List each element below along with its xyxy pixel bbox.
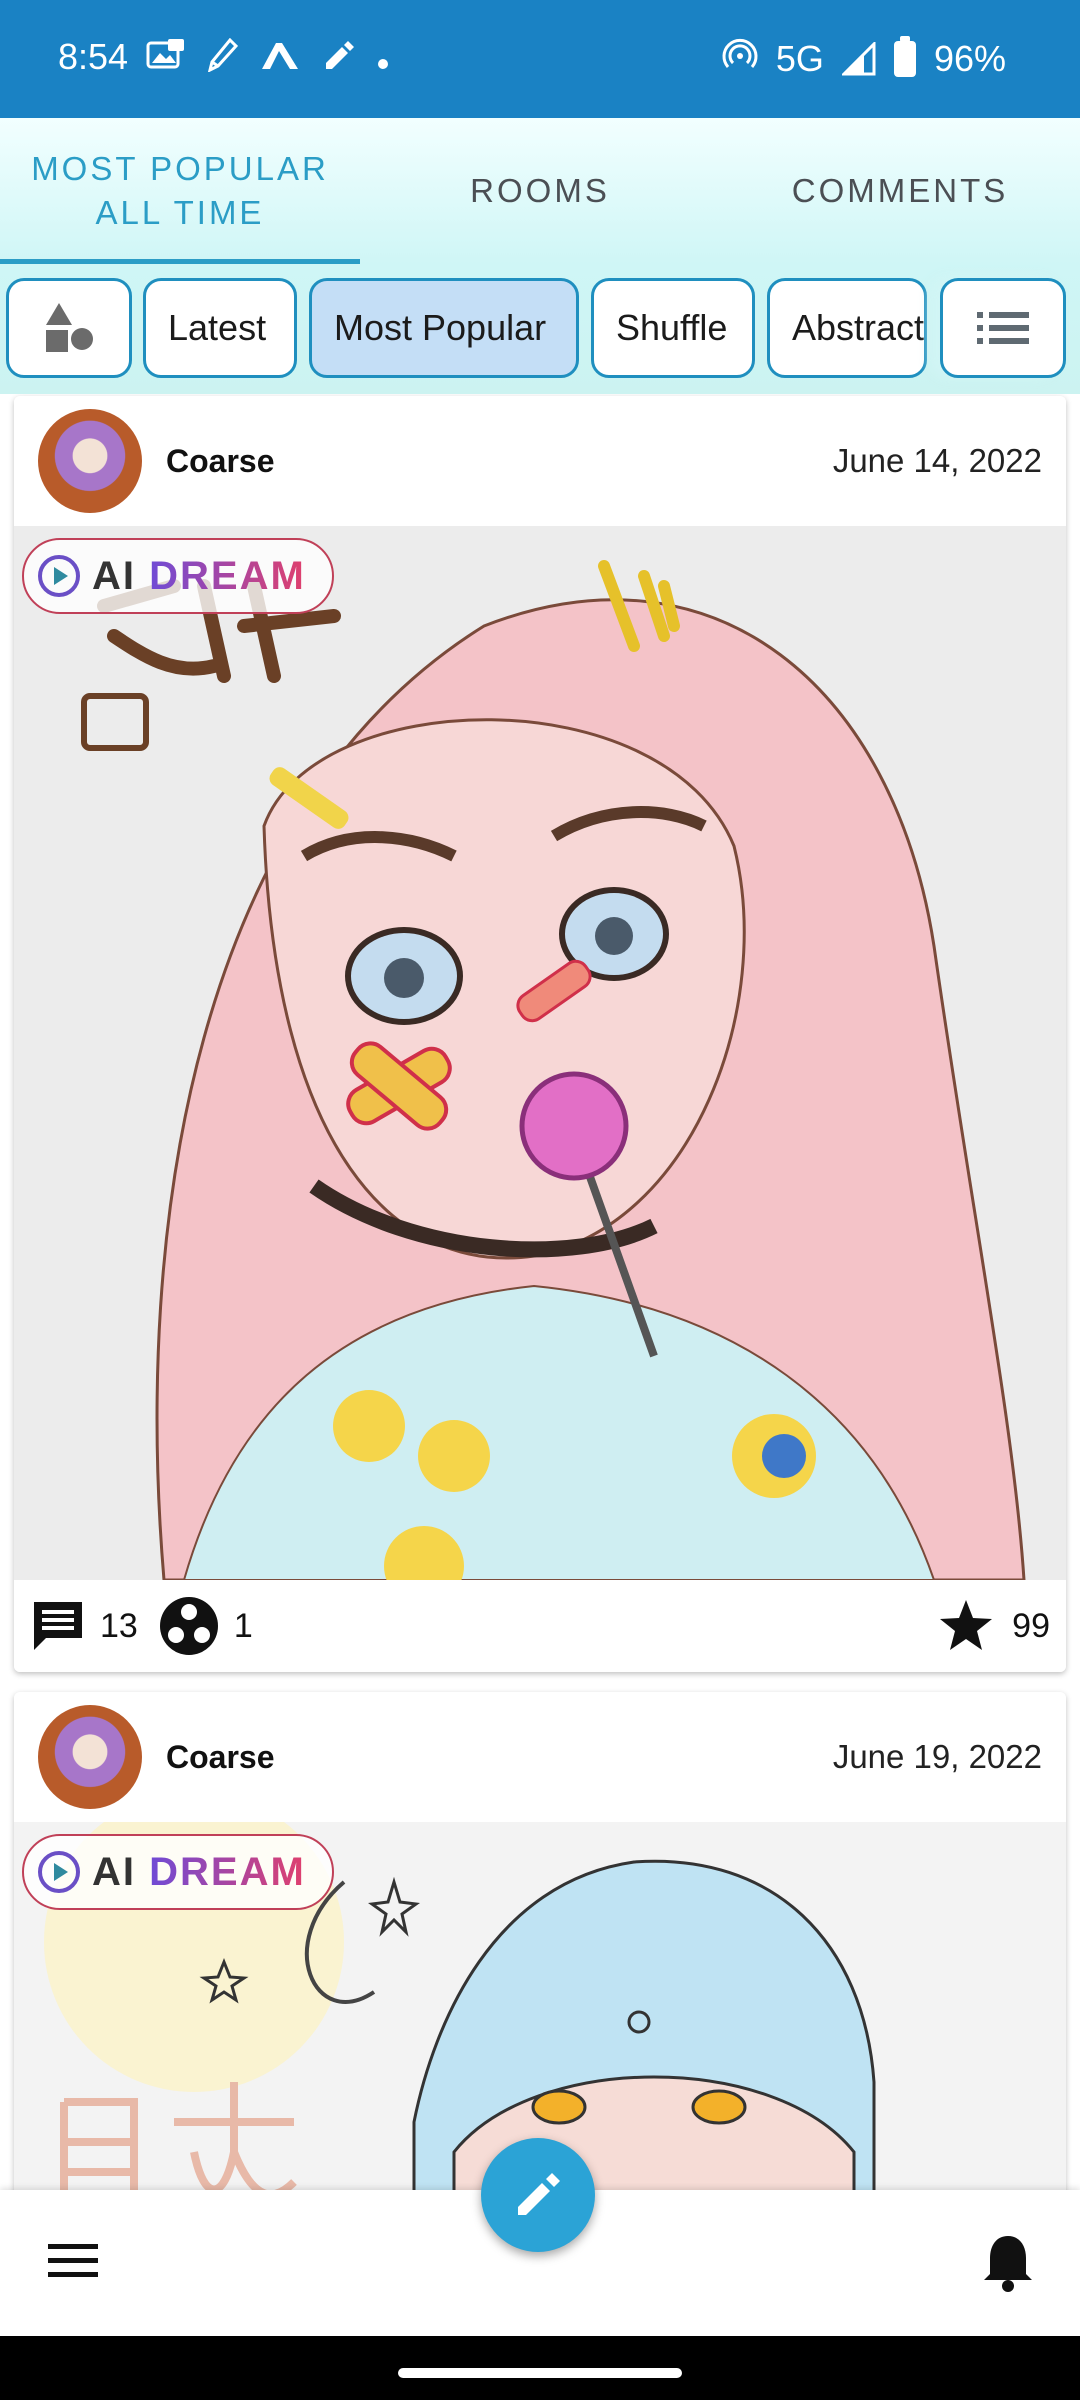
- chip-label: Most Popular: [334, 307, 547, 348]
- artwork-drawing: [14, 526, 1066, 1580]
- status-bar: 8:54 5G 96%: [0, 0, 1080, 118]
- ai-dream-label: AI DREAM: [92, 553, 306, 598]
- post-author[interactable]: Coarse: [166, 1739, 275, 1776]
- tab-label: MOST POPULAR ALL TIME: [31, 150, 329, 231]
- stars-count[interactable]: 99: [938, 1598, 1050, 1654]
- post-date: June 19, 2022: [832, 1738, 1042, 1775]
- comment-icon: [34, 1602, 82, 1650]
- home-gesture-handle[interactable]: [398, 2368, 682, 2378]
- post-artwork[interactable]: AI DREAM: [14, 526, 1066, 1580]
- categories-chip[interactable]: [6, 278, 132, 378]
- post-footer: 13 1 99: [14, 1580, 1066, 1672]
- battery-level: 96%: [933, 37, 1006, 79]
- post-header: Coarse June 14, 2022: [14, 396, 1066, 526]
- ai-dream-label: AI DREAM: [92, 1849, 306, 1894]
- tab-rooms[interactable]: ROOMS: [360, 118, 720, 264]
- system-status: 5G 96%: [722, 35, 1006, 81]
- post-card[interactable]: Coarse June 14, 2022 AI DREAM 13 1 99: [14, 396, 1066, 1672]
- photo-notification-icon: [146, 39, 186, 80]
- post-feed[interactable]: Coarse June 14, 2022 AI DREAM 13 1 99 Co…: [0, 394, 1080, 2190]
- list-icon: [977, 312, 1029, 344]
- dot-icon: [376, 40, 390, 80]
- notification-icons: [146, 37, 390, 81]
- create-post-button[interactable]: [481, 2138, 595, 2252]
- avatar[interactable]: [38, 1705, 142, 1809]
- battery-icon: [893, 35, 916, 77]
- chip-most-popular[interactable]: Most Popular: [309, 278, 579, 378]
- post-card[interactable]: Coarse June 19, 2022 AI DREAM: [14, 1692, 1066, 2190]
- comments-count[interactable]: 13: [30, 1598, 138, 1654]
- post-date: June 14, 2022: [832, 442, 1042, 479]
- pen-nib-icon: [207, 37, 239, 81]
- filter-chip-row: Latest Most Popular Shuffle Abstract: [0, 264, 1080, 394]
- chip-shuffle[interactable]: Shuffle: [591, 278, 755, 378]
- tab-most-popular-all-time[interactable]: MOST POPULAR ALL TIME: [0, 118, 360, 264]
- ai-dream-badge[interactable]: AI DREAM: [22, 538, 334, 614]
- shapes-icon: [46, 303, 93, 352]
- chip-abstract[interactable]: Abstract: [767, 278, 927, 378]
- top-tabs: MOST POPULAR ALL TIME ROOMS COMMENTS: [0, 118, 1080, 264]
- ai-dream-badge[interactable]: AI DREAM: [22, 1834, 334, 1910]
- remix-icon: [159, 1597, 218, 1655]
- pencil-icon: [322, 39, 354, 80]
- avatar[interactable]: [38, 409, 142, 513]
- network-type: 5G: [775, 37, 824, 79]
- filter-list-button[interactable]: [940, 278, 1066, 378]
- remix-count[interactable]: 1: [158, 1595, 253, 1657]
- comments-value: 13: [100, 1606, 138, 1645]
- chip-label: Latest: [168, 307, 267, 348]
- hamburger-menu-icon[interactable]: [48, 2240, 98, 2280]
- tab-label: ROOMS: [470, 172, 610, 209]
- remix-value: 1: [233, 1606, 253, 1645]
- chip-latest[interactable]: Latest: [143, 278, 297, 378]
- play-icon: [38, 1851, 80, 1893]
- stars-value: 99: [1012, 1606, 1050, 1645]
- hotspot-icon: [722, 36, 758, 81]
- play-icon: [38, 555, 80, 597]
- edit-pencil-icon: [518, 2173, 560, 2215]
- chip-label: Abstract: [792, 307, 925, 348]
- post-header: Coarse June 19, 2022: [14, 1692, 1066, 1822]
- tab-label: COMMENTS: [791, 172, 1009, 209]
- star-icon: [940, 1600, 993, 1650]
- notifications-bell-icon[interactable]: [980, 2232, 1036, 2292]
- signal-icon: [841, 41, 876, 75]
- post-author[interactable]: Coarse: [166, 443, 275, 480]
- app-a-icon: [260, 39, 300, 80]
- clock: 8:54: [58, 36, 129, 77]
- chip-label: Shuffle: [616, 307, 728, 348]
- tab-comments[interactable]: COMMENTS: [720, 118, 1080, 264]
- post-artwork[interactable]: AI DREAM: [14, 1822, 1066, 2190]
